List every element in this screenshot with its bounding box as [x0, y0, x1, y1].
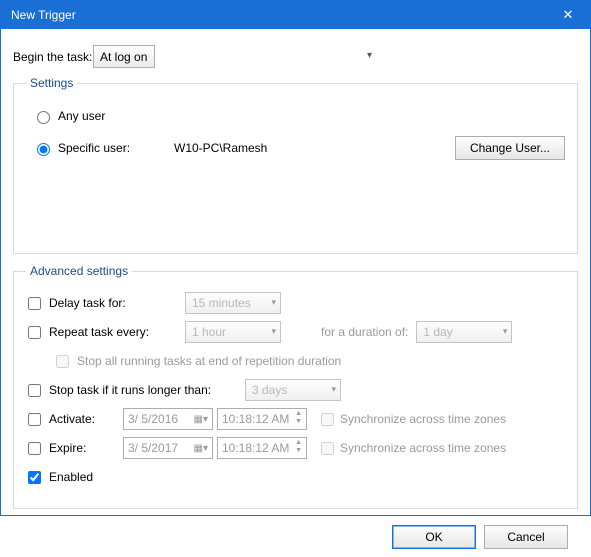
settings-legend: Settings — [26, 76, 77, 90]
spinner-icon: ▲▼ — [295, 440, 302, 456]
any-user-radio[interactable] — [37, 111, 50, 124]
expire-sync-checkbox[interactable] — [321, 442, 334, 455]
expire-sync: Synchronize across time zones — [317, 439, 506, 458]
settings-group: Settings Any user Specific user: W10-PC\… — [13, 76, 578, 254]
repeat-checkbox[interactable] — [28, 326, 41, 339]
advanced-group: Advanced settings Delay task for: 15 min… — [13, 264, 578, 509]
spinner-icon: ▲▼ — [295, 411, 302, 427]
window-title: New Trigger — [11, 8, 546, 22]
expire-date-input[interactable]: 3/ 5/2017 ▦▾ — [123, 437, 213, 459]
expire-checkbox[interactable] — [28, 442, 41, 455]
activate-label: Activate: — [49, 412, 123, 426]
specific-user-label: Specific user: — [58, 141, 130, 155]
begin-task-select[interactable]: At log on — [93, 45, 155, 68]
stop-if-select[interactable]: 3 days — [245, 379, 341, 401]
enabled-checkbox[interactable] — [28, 471, 41, 484]
begin-task-label: Begin the task: — [13, 50, 93, 64]
any-user-row: Any user — [32, 108, 565, 124]
begin-task-row: Begin the task: At log on ▾ — [13, 45, 578, 68]
specific-user-radio[interactable] — [37, 143, 50, 156]
cancel-button[interactable]: Cancel — [484, 525, 568, 549]
specific-user-row: Specific user: W10-PC\Ramesh Change User… — [32, 136, 565, 160]
activate-sync: Synchronize across time zones — [317, 410, 506, 429]
activate-date-input[interactable]: 3/ 5/2016 ▦▾ — [123, 408, 213, 430]
repeat-duration-label: for a duration of: — [321, 325, 408, 339]
enabled-row: Enabled — [26, 465, 565, 489]
dialog-buttons: OK Cancel — [13, 519, 578, 549]
expire-row: Expire: 3/ 5/2017 ▦▾ 10:18:12 AM ▲▼ Sync… — [26, 436, 565, 460]
activate-row: Activate: 3/ 5/2016 ▦▾ 10:18:12 AM ▲▼ Sy… — [26, 407, 565, 431]
repeat-label: Repeat task every: — [49, 325, 185, 339]
activate-sync-checkbox[interactable] — [321, 413, 334, 426]
repeat-interval-select[interactable]: 1 hour — [185, 321, 281, 343]
delay-row: Delay task for: 15 minutes ▾ — [26, 291, 565, 315]
specific-user-name: W10-PC\Ramesh — [174, 141, 455, 155]
repeat-row: Repeat task every: 1 hour ▾ for a durati… — [26, 320, 565, 344]
activate-time-input[interactable]: 10:18:12 AM ▲▼ — [217, 408, 307, 430]
stop-all-label: Stop all running tasks at end of repetit… — [77, 354, 341, 368]
expire-label: Expire: — [49, 441, 123, 455]
any-user-label: Any user — [58, 109, 105, 123]
change-user-button[interactable]: Change User... — [455, 136, 565, 160]
enabled-label: Enabled — [49, 470, 93, 484]
expire-time-input[interactable]: 10:18:12 AM ▲▼ — [217, 437, 307, 459]
ok-button[interactable]: OK — [392, 525, 476, 549]
activate-checkbox[interactable] — [28, 413, 41, 426]
calendar-icon: ▦▾ — [194, 443, 208, 454]
stop-all-row: Stop all running tasks at end of repetit… — [54, 349, 565, 373]
dialog-content: Begin the task: At log on ▾ Settings Any… — [1, 29, 590, 557]
delay-checkbox[interactable] — [28, 297, 41, 310]
stop-if-checkbox[interactable] — [28, 384, 41, 397]
close-icon[interactable]: ✕ — [546, 1, 590, 29]
stop-if-row: Stop task if it runs longer than: 3 days… — [26, 378, 565, 402]
repeat-duration-select[interactable]: 1 day — [416, 321, 512, 343]
titlebar: New Trigger ✕ — [1, 1, 590, 29]
chevron-down-icon: ▾ — [367, 50, 372, 61]
stop-all-checkbox[interactable] — [56, 355, 69, 368]
stop-if-label: Stop task if it runs longer than: — [49, 383, 245, 397]
delay-select[interactable]: 15 minutes — [185, 292, 281, 314]
delay-label: Delay task for: — [49, 296, 185, 310]
calendar-icon: ▦▾ — [194, 414, 208, 425]
advanced-legend: Advanced settings — [26, 264, 132, 278]
